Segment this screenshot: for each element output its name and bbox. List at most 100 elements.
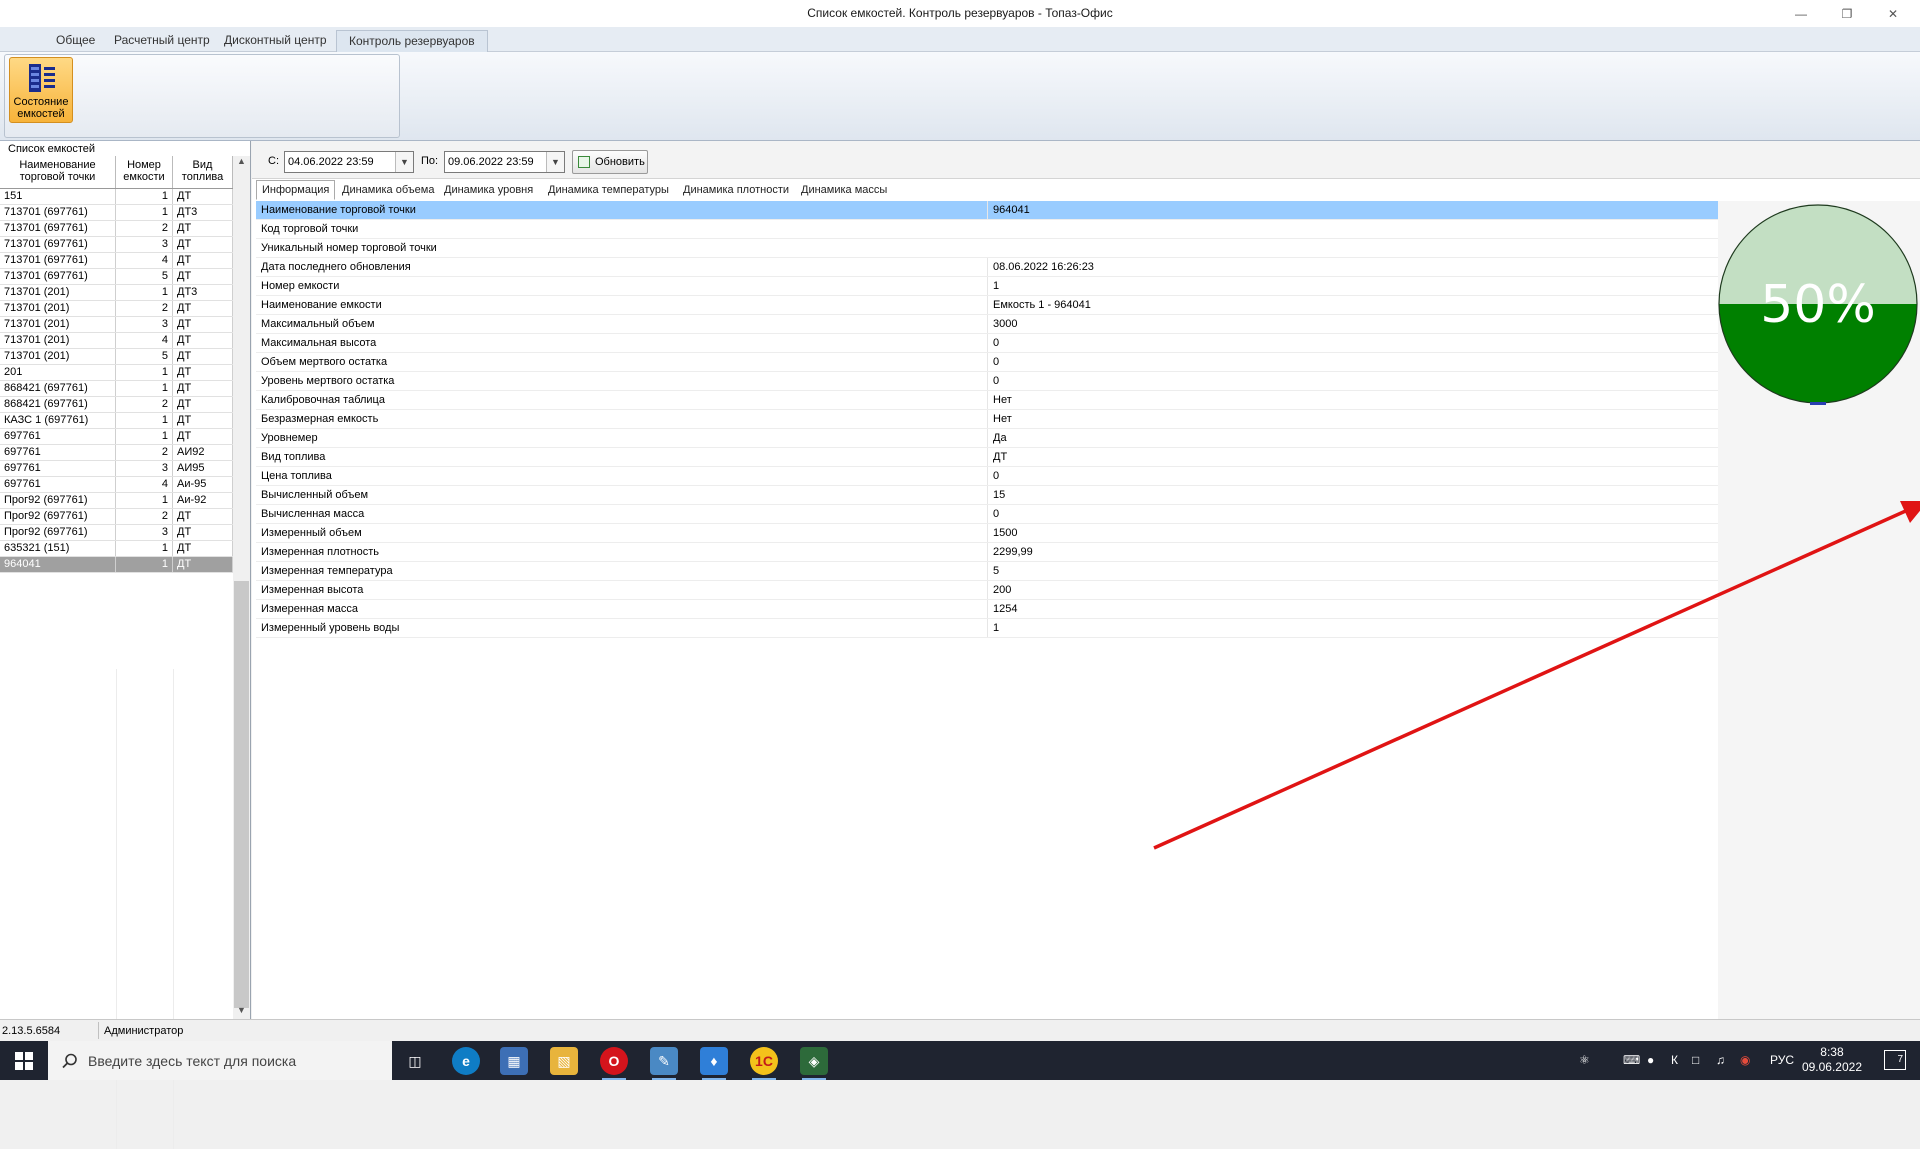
tank-list-row[interactable]: 713701 (201) 4 ДТ bbox=[0, 333, 233, 349]
topaz-office-icon[interactable]: ◈ bbox=[800, 1047, 828, 1080]
property-row[interactable]: Код торговой точки bbox=[256, 220, 1718, 239]
tank-list-row[interactable]: 713701 (697761) 2 ДТ bbox=[0, 221, 233, 237]
tank-list-row[interactable]: 713701 (201) 2 ДТ bbox=[0, 301, 233, 317]
tank-list-row[interactable]: 201 1 ДТ bbox=[0, 365, 233, 381]
tank-number-cell: 2 bbox=[116, 397, 173, 412]
from-date-picker[interactable]: 04.06.2022 23:59 ▼ bbox=[284, 151, 414, 173]
property-row[interactable]: Дата последнего обновления 08.06.2022 16:… bbox=[256, 258, 1718, 277]
property-row[interactable]: Наименование емкости Емкость 1 - 964041 bbox=[256, 296, 1718, 315]
tank-list-row[interactable]: Прог92 (697761) 2 ДТ bbox=[0, 509, 233, 525]
chevron-down-icon[interactable]: ▼ bbox=[395, 152, 413, 172]
tab-volume-dynamics[interactable]: Динамика объема bbox=[337, 181, 439, 200]
edge-browser-icon[interactable]: e bbox=[452, 1047, 480, 1075]
property-row[interactable]: Цена топлива 0 bbox=[256, 467, 1718, 486]
windows-logo-icon bbox=[15, 1051, 33, 1070]
tank-list-row[interactable]: 964041 1 ДТ bbox=[0, 557, 233, 573]
tank-list-row[interactable]: 868421 (697761) 2 ДТ bbox=[0, 397, 233, 413]
file-explorer-icon[interactable]: ▧ bbox=[550, 1047, 578, 1075]
tank-list-row[interactable]: 713701 (201) 5 ДТ bbox=[0, 349, 233, 365]
browser-tray-icon[interactable]: ● bbox=[1647, 1053, 1654, 1067]
tank-list-row[interactable]: 713701 (697761) 1 ДТ3 bbox=[0, 205, 233, 221]
tank-number-cell: 1 bbox=[116, 365, 173, 380]
tab-temperature-dynamics[interactable]: Динамика температуры bbox=[543, 181, 674, 200]
tab-billing-center[interactable]: Расчетный центр bbox=[102, 30, 222, 52]
column-header-station[interactable]: Наименование торговой точки bbox=[0, 156, 116, 188]
property-row[interactable]: Максимальный объем 3000 bbox=[256, 315, 1718, 334]
close-button[interactable]: ✕ bbox=[1870, 0, 1916, 27]
chrome-tray-icon[interactable]: ◉ bbox=[1740, 1053, 1750, 1067]
restore-button[interactable]: ❐ bbox=[1824, 0, 1870, 27]
property-row[interactable]: Безразмерная емкость Нет bbox=[256, 410, 1718, 429]
tank-list-row[interactable]: КАЗС 1 (697761) 1 ДТ bbox=[0, 413, 233, 429]
tab-level-dynamics[interactable]: Динамика уровня bbox=[439, 181, 538, 200]
ribbon-group: Состояние емкостей bbox=[4, 54, 400, 138]
scroll-up-icon[interactable]: ▲ bbox=[233, 156, 250, 172]
scroll-thumb[interactable] bbox=[234, 581, 249, 1008]
property-row[interactable]: Вид топлива ДТ bbox=[256, 448, 1718, 467]
search-placeholder: Введите здесь текст для поиска bbox=[88, 1053, 297, 1069]
1c-app-icon[interactable]: 1С bbox=[750, 1047, 778, 1080]
property-name: Наименование емкости bbox=[261, 299, 382, 311]
tank-list-scrollbar[interactable]: ▲ ▼ bbox=[233, 156, 250, 1021]
language-indicator[interactable]: РУС bbox=[1770, 1053, 1794, 1067]
tank-list-caption: Список емкостей bbox=[8, 143, 96, 155]
property-name: Измеренная плотность bbox=[261, 546, 380, 558]
minimize-button[interactable]: — bbox=[1778, 0, 1824, 27]
tab-mass-dynamics[interactable]: Динамика массы bbox=[796, 181, 892, 200]
tank-list-row[interactable]: 713701 (201) 3 ДТ bbox=[0, 317, 233, 333]
notification-center-icon[interactable]: 7 bbox=[1884, 1050, 1906, 1070]
calculator-icon[interactable]: ▦ bbox=[500, 1047, 528, 1075]
fuel-type-cell: ДТ bbox=[173, 397, 233, 412]
column-header-tank-number[interactable]: Номер емкости bbox=[116, 156, 173, 188]
tank-list-row[interactable]: 635321 (151) 1 ДТ bbox=[0, 541, 233, 557]
tank-list-row[interactable]: 697761 3 АИ95 bbox=[0, 461, 233, 477]
title-bar: Список емкостей. Контроль резервуаров - … bbox=[0, 0, 1920, 27]
chevron-down-icon[interactable]: ▼ bbox=[546, 152, 564, 172]
refresh-button[interactable]: Обновить bbox=[572, 150, 648, 174]
tank-list-row[interactable]: 713701 (697761) 3 ДТ bbox=[0, 237, 233, 253]
property-row[interactable]: Уникальный номер торговой точки bbox=[256, 239, 1718, 258]
tab-density-dynamics[interactable]: Динамика плотности bbox=[678, 181, 794, 200]
fuel-type-cell: ДТ bbox=[173, 429, 233, 444]
tank-list-row[interactable]: 868421 (697761) 1 ДТ bbox=[0, 381, 233, 397]
tank-list-row[interactable]: 151 1 ДТ bbox=[0, 189, 233, 205]
tab-general[interactable]: Общее bbox=[44, 30, 107, 52]
tank-list-row[interactable]: 713701 (697761) 5 ДТ bbox=[0, 269, 233, 285]
property-row[interactable]: Уровнемер Да bbox=[256, 429, 1718, 448]
notes-app-icon[interactable]: ✎ bbox=[650, 1047, 678, 1080]
volume-icon[interactable]: ♫ bbox=[1716, 1053, 1725, 1067]
task-view-icon[interactable]: ◫ bbox=[401, 1047, 429, 1075]
tank-number-cell: 4 bbox=[116, 253, 173, 268]
column-header-fuel-type[interactable]: Вид топлива bbox=[173, 156, 233, 188]
property-row[interactable]: Наименование торговой точки 964041 bbox=[256, 201, 1718, 220]
tab-information[interactable]: Информация bbox=[256, 180, 336, 200]
to-date-picker[interactable]: 09.06.2022 23:59 ▼ bbox=[444, 151, 565, 173]
property-row[interactable]: Номер емкости 1 bbox=[256, 277, 1718, 296]
property-row[interactable]: Калибровочная таблица Нет bbox=[256, 391, 1718, 410]
property-row[interactable]: Уровень мертвого остатка 0 bbox=[256, 372, 1718, 391]
tank-list-row[interactable]: 713701 (201) 1 ДТ3 bbox=[0, 285, 233, 301]
start-button[interactable] bbox=[0, 1041, 48, 1080]
tank-list-row[interactable]: 697761 4 Аи-95 bbox=[0, 477, 233, 493]
taskbar-search-box[interactable]: Введите здесь текст для поиска bbox=[48, 1041, 392, 1080]
tank-list-row[interactable]: 697761 2 АИ92 bbox=[0, 445, 233, 461]
property-value: Да bbox=[987, 429, 1718, 447]
fuel-type-cell: ДТ bbox=[173, 253, 233, 268]
tab-discount-center[interactable]: Дисконтный центр bbox=[212, 30, 339, 52]
tank-list-row[interactable]: Прог92 (697761) 3 ДТ bbox=[0, 525, 233, 541]
k-app-tray-icon[interactable]: К bbox=[1671, 1053, 1678, 1067]
property-row[interactable]: Максимальная высота 0 bbox=[256, 334, 1718, 353]
accessibility-icon[interactable]: ⚛ bbox=[1579, 1053, 1590, 1067]
tank-state-button[interactable]: Состояние емкостей bbox=[9, 57, 73, 123]
tab-tank-control[interactable]: Контроль резервуаров bbox=[336, 30, 488, 52]
opera-browser-icon[interactable]: O bbox=[600, 1047, 628, 1080]
tank-list-row[interactable]: 697761 1 ДТ bbox=[0, 429, 233, 445]
tank-list-row[interactable]: 713701 (697761) 4 ДТ bbox=[0, 253, 233, 269]
network-icon[interactable]: □ bbox=[1692, 1053, 1699, 1067]
diamond-app-icon[interactable]: ♦ bbox=[700, 1047, 728, 1080]
tank-list-row[interactable]: Прог92 (697761) 1 Аи-92 bbox=[0, 493, 233, 509]
status-bar: 2.13.5.6584 Администратор bbox=[0, 1019, 1920, 1041]
clock[interactable]: 8:38 09.06.2022 bbox=[1802, 1045, 1862, 1075]
keyboard-icon[interactable]: ⌨ bbox=[1623, 1053, 1640, 1067]
property-row[interactable]: Объем мертвого остатка 0 bbox=[256, 353, 1718, 372]
